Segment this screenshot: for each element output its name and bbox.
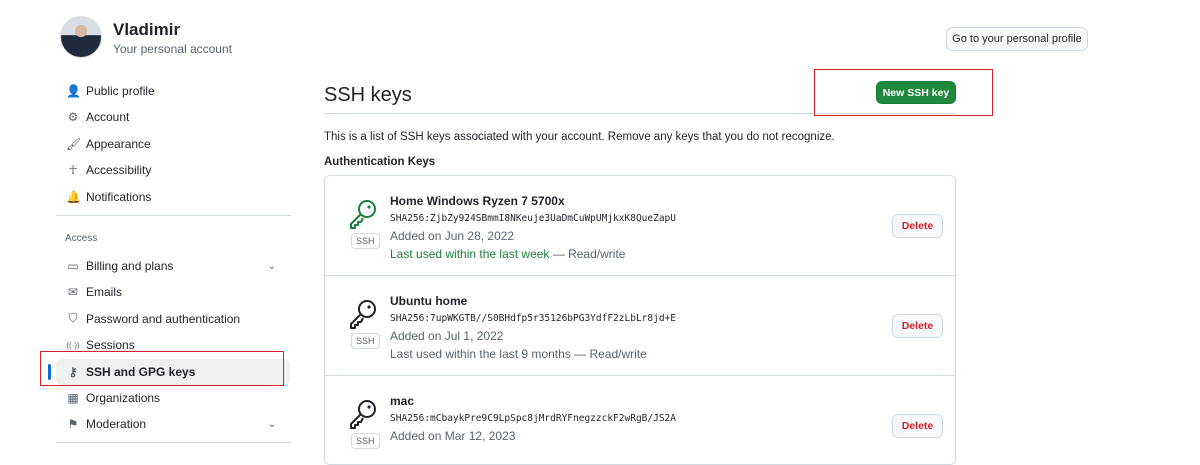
access-level: — Read/write: [570, 347, 647, 361]
key-icon: [347, 298, 379, 330]
report-icon: ⚑: [67, 417, 79, 432]
sidebar-item-label: Moderation: [86, 417, 147, 432]
user-subtitle: Your personal account: [113, 42, 232, 56]
credit-card-icon: ▭: [67, 259, 79, 273]
user-name: Vladimir: [113, 20, 181, 39]
page-title: SSH keys: [324, 84, 412, 106]
ssh-key-row: SSH Ubuntu home SHA256:7upWKGTB//S0BHdfp…: [325, 276, 955, 376]
ssh-badge: SSH: [351, 333, 380, 349]
delete-key-button[interactable]: Delete: [892, 214, 943, 238]
sidebar-item[interactable]: ☥ Accessibility: [56, 157, 290, 183]
sidebar-item[interactable]: ▭ Billing and plans ⌄: [56, 253, 290, 279]
last-used-text: Last used within the last 9 months: [390, 347, 571, 361]
sidebar-divider: [56, 215, 291, 216]
chevron-down-icon: ⌄: [267, 418, 276, 430]
delete-key-button[interactable]: Delete: [892, 314, 943, 338]
sidebar-item[interactable]: 🖌 Appearance: [56, 131, 290, 157]
last-used-text: Last used within the last week: [390, 247, 550, 261]
ssh-badge: SSH: [351, 433, 380, 449]
key-fingerprint: SHA256:7upWKGTB//S0BHdfp5r35126bPG3YdfF2…: [390, 313, 676, 324]
key-added: Added on Jul 1, 2022: [390, 329, 504, 343]
shield-lock-icon: ⛉: [68, 311, 78, 326]
bell-icon: 🔔: [66, 189, 81, 204]
key-title: mac: [390, 394, 415, 408]
ssh-key-row: SSH mac SHA256:mCbaykPre9C9LpSpc8jMrdRYF…: [325, 376, 955, 464]
key-last-used: Last used within the last 9 months — Rea…: [390, 347, 647, 361]
mail-icon: ✉: [67, 285, 79, 300]
key-icon: [347, 198, 379, 230]
organization-icon: ▦: [67, 391, 79, 405]
sidebar-item-label: Billing and plans: [86, 259, 174, 273]
delete-key-button[interactable]: Delete: [892, 414, 943, 438]
highlight-box: [40, 351, 284, 386]
sidebar-item-label: Notifications: [86, 189, 152, 204]
access-level: — Read/write: [549, 247, 626, 261]
gear-icon: ⚙: [67, 110, 79, 125]
sidebar-item-label: Accessibility: [86, 163, 152, 178]
key-last-used: Last used within the last week — Read/wr…: [390, 247, 625, 261]
highlight-box: [814, 69, 993, 116]
ssh-keys-list: SSH Home Windows Ryzen 7 5700x SHA256:Zj…: [324, 175, 956, 465]
sidebar-item[interactable]: ⚑ Moderation ⌄: [56, 411, 290, 437]
paintbrush-icon: 🖌: [66, 136, 82, 151]
key-added: Added on Jun 28, 2022: [390, 229, 515, 243]
key-title: Ubuntu home: [390, 294, 468, 308]
sidebar-divider: [56, 442, 291, 443]
sidebar-item-label: Password and authentication: [86, 311, 241, 326]
key-title: Home Windows Ryzen 7 5700x: [390, 194, 565, 208]
sidebar-item-label: Appearance: [86, 136, 151, 151]
section-heading: Authentication Keys: [324, 156, 436, 168]
key-added: Added on Mar 12, 2023: [390, 429, 516, 443]
description: This is a list of SSH keys associated wi…: [324, 131, 835, 143]
sidebar-item-label: Emails: [86, 285, 123, 300]
sidebar-item[interactable]: 👤 Public profile: [56, 78, 290, 104]
sidebar-item[interactable]: ⛉ Password and authentication: [56, 306, 290, 332]
sidebar-item[interactable]: ⚙ Account: [56, 104, 290, 130]
sidebar-item-label: Organizations: [86, 391, 161, 405]
chevron-down-icon: ⌄: [267, 260, 276, 272]
ssh-key-row: SSH Home Windows Ryzen 7 5700x SHA256:Zj…: [325, 176, 955, 276]
sidebar-item-label: Public profile: [86, 84, 155, 98]
key-icon: [347, 398, 379, 430]
sidebar-section-label: Access: [65, 233, 98, 244]
sidebar-item-label: Account: [86, 110, 130, 125]
go-to-profile-button[interactable]: Go to your personal profile: [946, 27, 1088, 51]
sidebar-item[interactable]: ✉ Emails: [56, 279, 290, 305]
key-fingerprint: SHA256:mCbaykPre9C9LpSpc8jMrdRYFnegzzckF…: [390, 413, 676, 424]
person-icon: 👤: [66, 84, 81, 98]
key-fingerprint: SHA256:ZjbZy924SBmmI8NKeuje3UaDmCuWpUMjk…: [390, 213, 676, 224]
ssh-badge: SSH: [351, 233, 380, 249]
avatar[interactable]: [60, 16, 102, 58]
sidebar-item[interactable]: 🔔 Notifications: [56, 184, 290, 210]
broadcast-icon: ((·)): [66, 340, 80, 350]
sidebar-item[interactable]: ▦ Organizations: [56, 385, 290, 411]
accessibility-icon: ☥: [68, 163, 78, 178]
